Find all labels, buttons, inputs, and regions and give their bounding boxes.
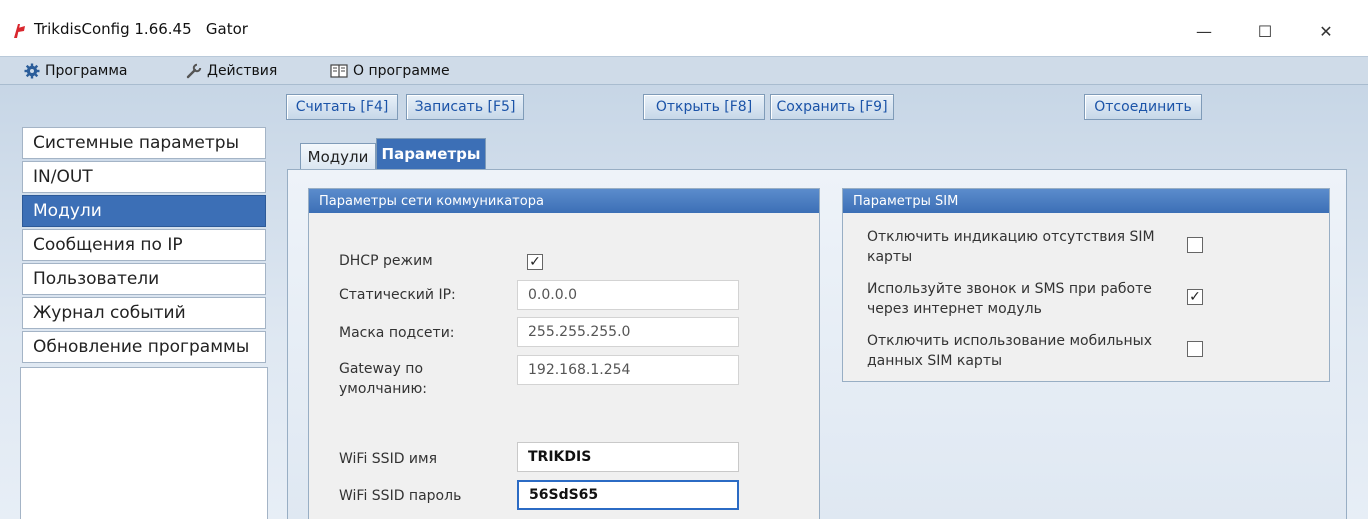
gateway-field[interactable]: 192.168.1.254 bbox=[517, 355, 739, 385]
sim-params-title: Параметры SIM bbox=[843, 189, 1329, 213]
book-icon bbox=[330, 64, 348, 78]
app-logo-icon bbox=[14, 24, 25, 38]
tab-modules[interactable]: Модули bbox=[300, 143, 376, 170]
sim-mobile-data-label: Отключить использование мобильных данных… bbox=[867, 333, 1153, 369]
title-bar: TrikdisConfig 1.66.45 Gator — ☐ ✕ bbox=[0, 0, 1368, 60]
disconnect-button[interactable]: Отсоединить bbox=[1084, 94, 1202, 120]
sidebar-item-label: Журнал событий bbox=[33, 303, 186, 323]
sidebar-item-label: Сообщения по IP bbox=[33, 235, 183, 255]
sim-call-sms-label: Используйте звонок и SMS при работе чере… bbox=[867, 281, 1152, 317]
subnet-mask-label: Маска подсети: bbox=[339, 325, 455, 341]
wrench-icon bbox=[186, 63, 202, 79]
sim-mobile-data-checkbox[interactable] bbox=[1187, 341, 1203, 357]
sidebar-item-ip-messages[interactable]: Сообщения по IP bbox=[22, 229, 266, 261]
menu-program-label: Программа bbox=[45, 63, 128, 79]
sidebar-item-inout[interactable]: IN/OUT bbox=[22, 161, 266, 193]
wifi-password-field[interactable]: 56SdS65 bbox=[517, 480, 739, 510]
maximize-icon: ☐ bbox=[1257, 21, 1273, 41]
workspace: Считать [F4] Записать [F5] Открыть [F8] … bbox=[0, 85, 1368, 519]
menu-about[interactable]: О программе bbox=[330, 61, 450, 81]
menu-program[interactable]: Программа bbox=[24, 61, 128, 81]
wifi-ssid-field[interactable]: TRIKDIS bbox=[517, 442, 739, 472]
sim-missing-indication-label: Отключить индикацию отсутствия SIM карты bbox=[867, 229, 1155, 265]
menu-bar: Программа Действия О программе bbox=[0, 56, 1368, 85]
menu-actions-label: Действия bbox=[207, 63, 278, 79]
sidebar-item-label: Обновление программы bbox=[33, 337, 250, 357]
static-ip-field[interactable]: 0.0.0.0 bbox=[517, 280, 739, 310]
wifi-ssid-label: WiFi SSID имя bbox=[339, 451, 438, 467]
sidebar-item-firmware-update[interactable]: Обновление программы bbox=[22, 331, 266, 363]
write-button[interactable]: Записать [F5] bbox=[406, 94, 524, 120]
window-title: TrikdisConfig 1.66.45 Gator bbox=[34, 20, 248, 38]
sidebar-item-event-log[interactable]: Журнал событий bbox=[22, 297, 266, 329]
sidebar-item-label: Системные параметры bbox=[33, 133, 239, 153]
sidebar-empty-area bbox=[20, 367, 268, 519]
sidebar-item-label: IN/OUT bbox=[33, 167, 93, 187]
sidebar-item-label: Модули bbox=[33, 201, 102, 221]
checkmark-icon: ✓ bbox=[1189, 289, 1201, 305]
parameters-panel: Параметры сети коммуникатора DHCP режим … bbox=[287, 169, 1347, 519]
close-button[interactable]: ✕ bbox=[1306, 14, 1346, 48]
dhcp-checkbox[interactable]: ✓ bbox=[527, 254, 543, 270]
checkmark-icon: ✓ bbox=[529, 254, 541, 270]
sim-missing-indication-checkbox[interactable] bbox=[1187, 237, 1203, 253]
sidebar-item-system[interactable]: Системные параметры bbox=[22, 127, 266, 159]
open-button[interactable]: Открыть [F8] bbox=[643, 94, 765, 120]
menu-actions[interactable]: Действия bbox=[186, 61, 277, 81]
sidebar-item-modules[interactable]: Модули bbox=[22, 195, 266, 227]
dhcp-label: DHCP режим bbox=[339, 253, 433, 269]
maximize-button[interactable]: ☐ bbox=[1245, 14, 1285, 48]
static-ip-label: Статический IP: bbox=[339, 287, 456, 303]
sidebar-item-label: Пользователи bbox=[33, 269, 160, 289]
sim-call-sms-checkbox[interactable]: ✓ bbox=[1187, 289, 1203, 305]
minimize-icon: — bbox=[1196, 21, 1212, 41]
tab-parameters[interactable]: Параметры bbox=[376, 138, 486, 170]
minimize-button[interactable]: — bbox=[1184, 14, 1224, 48]
wifi-password-label: WiFi SSID пароль bbox=[339, 488, 462, 504]
subnet-mask-field[interactable]: 255.255.255.0 bbox=[517, 317, 739, 347]
sidebar-item-users[interactable]: Пользователи bbox=[22, 263, 266, 295]
menu-about-label: О программе bbox=[353, 63, 450, 79]
gateway-label: Gateway по умолчанию: bbox=[339, 361, 427, 397]
network-params-group: Параметры сети коммуникатора DHCP режим … bbox=[308, 188, 820, 519]
save-button[interactable]: Сохранить [F9] bbox=[770, 94, 894, 120]
sim-params-group: Параметры SIM Отключить индикацию отсутс… bbox=[842, 188, 1330, 382]
read-button[interactable]: Считать [F4] bbox=[286, 94, 398, 120]
network-params-title: Параметры сети коммуникатора bbox=[309, 189, 819, 213]
gear-icon bbox=[24, 63, 40, 79]
close-icon: ✕ bbox=[1319, 21, 1333, 41]
